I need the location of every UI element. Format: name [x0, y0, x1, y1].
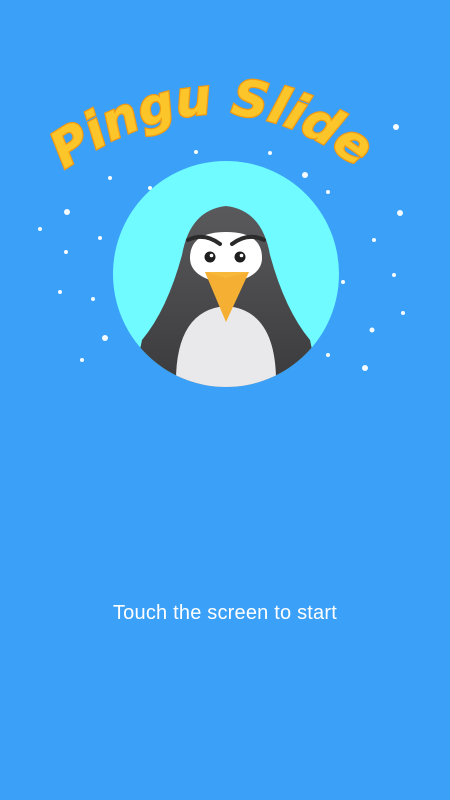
penguin-icon: [113, 161, 339, 387]
start-prompt: Touch the screen to start: [112, 602, 337, 624]
touch-to-start-area[interactable]: Pingu Slide Touch the screen to start: [0, 0, 450, 800]
